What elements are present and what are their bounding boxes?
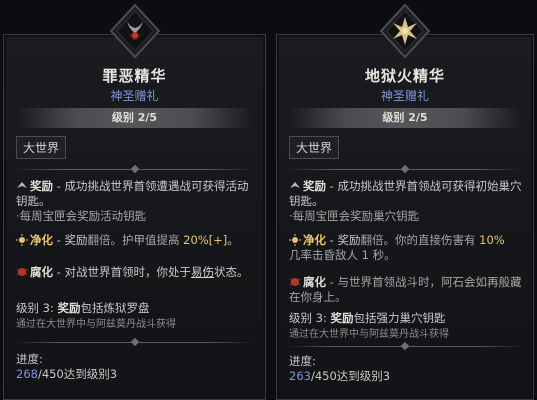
reward-icon — [16, 180, 28, 192]
divider — [14, 337, 255, 347]
purify-icon — [289, 234, 301, 246]
purify-section: 净化 - 奖励翻倍。你的直接伤害有 10% 几率击昏敌人 1 秒。 — [289, 233, 505, 262]
region-tag: 大世界 — [289, 136, 340, 159]
corrupt-section: 腐化 - 对战世界首领时，你处于易伤状态。 — [16, 265, 255, 280]
essence-subtitle: 神圣赠礼 — [380, 89, 429, 103]
divider — [287, 164, 523, 174]
level3-section: 级别 3: 奖励包括强力巢穴钥匙 通过在大世界中与阿兹莫丹战斗获得 — [289, 311, 449, 340]
divider — [14, 164, 255, 174]
reward-section: 奖励 - 成功挑战世界首领战可获得初始巢穴钥匙。 ·每周宝匣会奖励巢穴钥匙 — [289, 179, 522, 223]
essence-title: 罪恶精华 — [102, 67, 167, 85]
corrupt-icon — [289, 276, 301, 288]
essence-subtitle: 神圣赠礼 — [110, 89, 159, 103]
essence-card-sin: 罪恶精华 神圣赠礼 级别 2/5 大世界 奖励 - 成功挑战世界首领遭遇战可获得… — [3, 3, 266, 400]
divider — [287, 341, 523, 351]
essence-title: 地狱火精华 — [364, 67, 445, 85]
purify-icon — [16, 234, 28, 246]
level-bar: 级别 2/5 — [16, 108, 253, 128]
reward-section: 奖励 - 成功挑战世界首领遭遇战可获得活动钥匙。 ·每周宝匣会奖励活动钥匙 — [16, 179, 249, 223]
corrupt-section: 腐化 - 与世界首领战斗时，阿石会如再般藏在你身上。 — [289, 275, 522, 304]
demon-emblem-icon — [107, 3, 163, 59]
essence-card-hellfire: 地狱火精华 神圣赠礼 级别 2/5 大世界 奖励 - 成功挑战世界首领战可获得初… — [276, 3, 534, 400]
hellfire-emblem-icon — [377, 3, 433, 59]
progress-section: 进度: 263/450达到级别3 — [289, 354, 391, 383]
reward-icon — [289, 180, 301, 192]
level3-section: 级别 3: 奖励包括炼狱罗盘 通过在大世界中与阿兹莫丹战斗获得 — [16, 301, 176, 330]
corrupt-icon — [16, 266, 28, 278]
progress-section: 进度: 268/450达到级别3 — [16, 352, 118, 381]
region-tag: 大世界 — [16, 136, 67, 159]
level-bar: 级别 2/5 — [289, 108, 521, 128]
purify-section: 净化 - 奖励翻倍。护甲值提高 20%[+]。 — [16, 233, 255, 248]
